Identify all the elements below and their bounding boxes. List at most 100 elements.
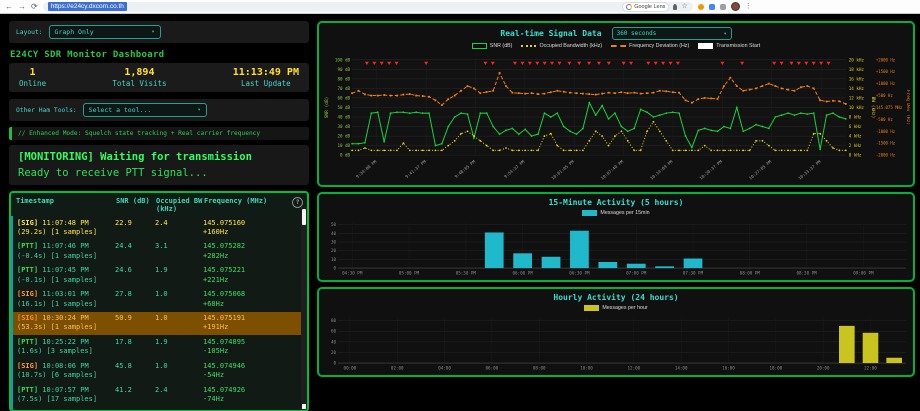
browser-chrome: ← → ⟳ https://e24cy.dxcom.co.th Google L… [0,0,920,14]
forward-icon[interactable]: → [18,3,26,11]
svg-text:02:00: 02:00 [391,366,404,371]
chevron-down-icon: ▾ [724,31,727,37]
table-row[interactable]: [PTT] 10:07:53 PM(2.7s) [3 samples]41.52… [13,407,307,410]
svg-text:10:00: 10:00 [580,366,593,371]
back-icon[interactable]: ← [5,3,13,11]
svg-text:-1500 Hz: -1500 Hz [876,141,896,146]
svg-text:10:20:37 PM: 10:20:37 PM [698,159,723,181]
svg-text:06:00: 06:00 [486,366,499,371]
table-header: Timestamp SNR (dB) Occupied BW (kHz) Fre… [11,193,307,216]
legend-item[interactable]: SNR (dB) [472,43,513,49]
table-row[interactable]: [SIG] 11:03:01 PM(16.1s) [1 samples]27.8… [13,288,307,312]
table-row[interactable]: [SIG] 11:07:48 PM(29.2s) [1 samples]22.9… [13,216,307,240]
svg-text:05:00 PM: 05:00 PM [399,271,420,276]
profile-avatar[interactable] [731,2,740,11]
fifteen-min-activity-chart: 5040302010004:30 PM05:00 PM05:30 PM06:00… [322,218,910,278]
svg-text:10 dB: 10 dB [337,143,350,148]
svg-text:4 kHz: 4 kHz [849,134,862,139]
password-key-icon[interactable] [673,4,677,10]
svg-text:18:00: 18:00 [770,366,783,371]
svg-text:08:00: 08:00 [533,366,546,371]
table-row[interactable]: [PTT] 11:07:45 PM(-0.1s) [1 samples]24.6… [13,264,307,288]
svg-text:07:00 PM: 07:00 PM [626,271,647,276]
table-row[interactable]: [SIG] 10:30:24 PM(53.3s) [1 samples]50.9… [13,312,307,336]
svg-text:12:00: 12:00 [628,366,641,371]
svg-text:+1000 Hz: +1000 Hz [876,81,896,86]
fifteen-min-legend: Messages per 15min [322,209,910,218]
table-row[interactable]: [PTT] 10:07:57 PM(7.5s) [17 samples]41.2… [13,383,307,407]
svg-text:09:00 PM: 09:00 PM [853,271,874,276]
svg-text:10:33:37 PM: 10:33:37 PM [797,159,822,181]
svg-text:14 kHz: 14 kHz [849,86,865,91]
google-lens-chip[interactable]: Google Lens [622,2,669,12]
realtime-signal-panel: Real-time Signal Data 360 seconds ▾ SNR … [317,21,915,187]
legend-item[interactable]: Occupied Bandwidth (kHz) [521,43,602,49]
legend-item[interactable]: Transmission Start [698,43,760,49]
realtime-chart-title: Real-time Signal Data [500,29,601,38]
svg-text:07:30 PM: 07:30 PM [683,271,704,276]
svg-text:60 dB: 60 dB [337,95,350,100]
scrollbar-down-button[interactable] [302,404,306,409]
svg-text:0: 0 [334,266,337,271]
svg-text:06:00 PM: 06:00 PM [513,271,534,276]
svg-text:04:00: 04:00 [438,366,451,371]
url-text[interactable]: https://e24cy.dxcom.co.th [48,2,127,11]
extension-icon-blue[interactable] [709,4,715,10]
enhanced-mode-note: // Enhanced Mode: Squelch state tracking… [9,127,309,140]
hourly-activity-panel: Hourly Activity (24 hours) Messages per … [317,287,915,377]
signal-table: Timestamp SNR (dB) Occupied BW (kHz) Fre… [9,191,309,411]
svg-text:30 dB: 30 dB [337,124,350,129]
extension-icon-orange[interactable] [698,4,704,10]
svg-text:10: 10 [331,257,337,262]
svg-text:40: 40 [331,339,337,344]
layout-label: Layout: [16,29,43,36]
svg-text:9:34:08 PM: 9:34:08 PM [355,159,378,179]
svg-text:8 kHz: 8 kHz [849,115,862,120]
lens-icon [626,4,632,10]
stats-bar: 1 Online 1,894 Total Visits 11:13:49 PM … [9,63,309,92]
right-column: Real-time Signal Data 360 seconds ▾ SNR … [317,21,915,411]
legend-item[interactable]: Messages per hour [584,305,647,311]
svg-text:16:00: 16:00 [722,366,735,371]
extensions-puzzle-icon[interactable] [720,4,726,10]
svg-text:9:41:37 PM: 9:41:37 PM [404,159,427,179]
svg-text:50: 50 [331,222,337,227]
table-row[interactable]: [PTT] 11:07:46 PM(-0.4s) [1 samples]24.4… [13,240,307,264]
svg-text:20: 20 [331,350,337,355]
table-row[interactable]: [PTT] 10:25:22 PM(1.6s) [3 samples]17.81… [13,335,307,359]
realtime-panel-header: Real-time Signal Data 360 seconds ▾ [322,25,910,42]
svg-text:70 dB: 70 dB [337,86,350,91]
left-column: Layout: Graph Only ▾ E24CY SDR Monitor D… [9,21,309,411]
time-range-select[interactable]: 360 seconds ▾ [612,27,732,40]
layout-select[interactable]: Graph Only ▾ [49,25,161,39]
url-bar[interactable]: https://e24cy.dxcom.co.th Google Lens ☆ [43,2,693,12]
svg-text:90 dB: 90 dB [337,67,350,72]
chevron-down-icon: ▾ [198,107,201,113]
reload-icon[interactable]: ⟳ [31,3,38,11]
svg-text:0 kHz: 0 kHz [849,153,862,158]
tools-label: Other Ham Tools: [16,107,77,114]
tools-select[interactable]: Select a tool... ▾ [83,103,207,117]
svg-text:40: 40 [331,231,337,236]
stat-total-visits: 1,894 Total Visits [112,67,166,88]
svg-text:6 kHz: 6 kHz [849,124,862,129]
page-title: E24CY SDR Monitor Dashboard [10,50,308,60]
status-line2: Ready to receive PTT signal... [18,167,300,179]
table-row[interactable]: [SIG] 10:08:06 PM(10.7s) [6 samples]45.8… [13,359,307,383]
stat-online: 1 Online [19,67,46,88]
svg-text:10:07:40 PM: 10:07:40 PM [600,159,625,181]
table-scrollbar[interactable] [301,207,307,410]
bookmark-star-icon[interactable]: ☆ [681,3,687,10]
stat-last-update: 11:13:49 PM Last Update [233,67,299,88]
legend-item[interactable]: Frequency Deviation (Hz) [611,43,689,49]
svg-text:10:01:05 PM: 10:01:05 PM [550,159,575,181]
svg-text:12 kHz: 12 kHz [849,95,865,100]
browser-menu-icon[interactable]: ⋮ [745,3,752,10]
hourly-legend: Messages per hour [322,304,910,313]
svg-text:BW (kHz): BW (kHz) [870,97,876,119]
fifteen-min-activity-panel: 15-Minute Activity (5 hours) Messages pe… [317,192,915,282]
hourly-chart-title: Hourly Activity (24 hours) [322,291,910,304]
realtime-signal-chart: 100 dB90 dB80 dB70 dB60 dB50 dB40 dB30 d… [322,51,910,183]
scrollbar-thumb[interactable] [302,209,306,225]
legend-item[interactable]: Messages per 15min [582,210,649,216]
